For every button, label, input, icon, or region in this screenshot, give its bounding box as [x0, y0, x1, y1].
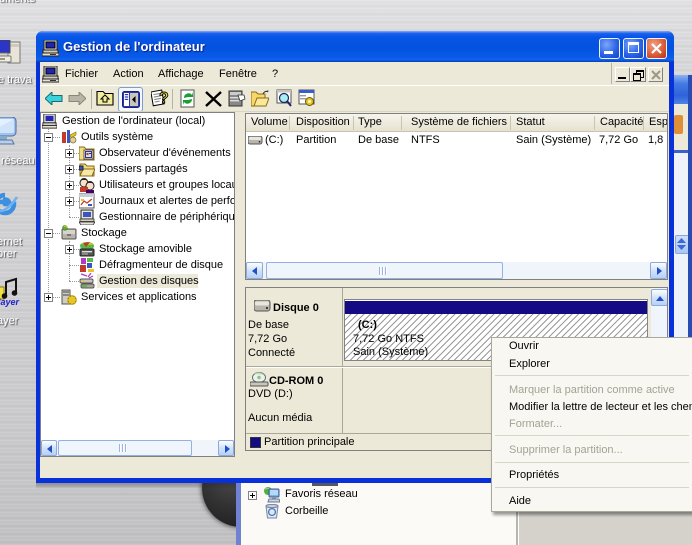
- svg-text:?: ?: [159, 90, 169, 107]
- svg-text:layer: layer: [0, 297, 20, 307]
